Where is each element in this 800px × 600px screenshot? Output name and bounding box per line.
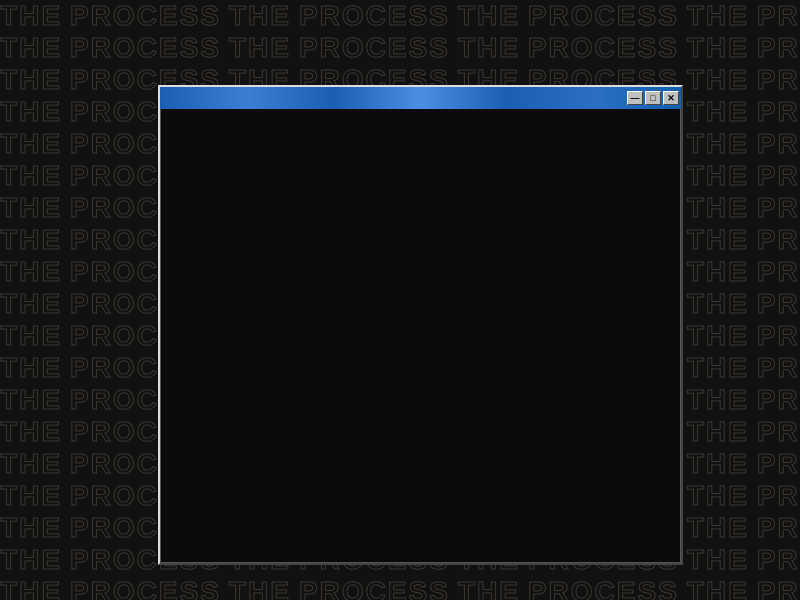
bg-word-process: PROCESS bbox=[528, 2, 679, 30]
bg-word-process: PROCESS bbox=[757, 322, 800, 350]
bg-word-process: PROCESS bbox=[757, 354, 800, 382]
bg-word-process: PROCESS bbox=[299, 34, 450, 62]
bg-word-process: PROCESS bbox=[757, 130, 800, 158]
bg-word-the: THE bbox=[0, 322, 62, 350]
bg-word-the: THE bbox=[0, 514, 62, 542]
title-bar: — □ ✕ bbox=[160, 87, 681, 109]
bg-word-the: THE bbox=[687, 578, 749, 600]
bg-word-the: THE bbox=[0, 386, 62, 414]
bg-word-process: PROCESS bbox=[299, 578, 450, 600]
bg-word-the: THE bbox=[229, 578, 291, 600]
bg-word-process: PROCESS bbox=[757, 98, 800, 126]
bg-word-the: THE bbox=[0, 194, 62, 222]
bg-word-process: PROCESS bbox=[757, 226, 800, 254]
bg-word-process: PROCESS bbox=[757, 290, 800, 318]
bg-word-process: PROCESS bbox=[757, 546, 800, 574]
bg-word-process: PROCESS bbox=[757, 450, 800, 478]
bg-word-the: THE bbox=[687, 130, 749, 158]
bg-word-the: THE bbox=[0, 450, 62, 478]
bg-word-the: THE bbox=[229, 34, 291, 62]
bg-word-process: PROCESS bbox=[528, 34, 679, 62]
bg-text-row: THE PROCESS THE PROCESS THE PROCESS THE PROCESS… bbox=[0, 576, 800, 600]
bg-word-the: THE bbox=[687, 322, 749, 350]
bg-word-process: PROCESS bbox=[757, 66, 800, 94]
bg-word-the: THE bbox=[229, 2, 291, 30]
bg-text-row: THE PROCESS THE PROCESS THE PROCESS THE PROCESS… bbox=[0, 0, 800, 32]
bg-word-the: THE bbox=[0, 66, 62, 94]
bg-word-the: THE bbox=[687, 162, 749, 190]
window-content bbox=[160, 109, 681, 563]
bg-word-the: THE bbox=[687, 386, 749, 414]
bg-word-the: THE bbox=[0, 98, 62, 126]
bg-word-the: THE bbox=[687, 258, 749, 286]
bg-word-the: THE bbox=[0, 482, 62, 510]
bg-word-the: THE bbox=[0, 162, 62, 190]
bg-word-the: THE bbox=[0, 290, 62, 318]
bg-word-the: THE bbox=[687, 482, 749, 510]
bg-word-the: THE bbox=[0, 418, 62, 446]
bg-word-the: THE bbox=[458, 2, 520, 30]
bg-word-process: PROCESS bbox=[757, 386, 800, 414]
bg-word-process: PROCESS bbox=[757, 34, 800, 62]
bg-word-the: THE bbox=[687, 34, 749, 62]
bg-word-the: THE bbox=[687, 2, 749, 30]
bg-word-process: PROCESS bbox=[757, 162, 800, 190]
bg-word-process: PROCESS bbox=[70, 578, 221, 600]
bg-word-the: THE bbox=[0, 546, 62, 574]
bg-word-the: THE bbox=[687, 290, 749, 318]
bg-word-the: THE bbox=[687, 450, 749, 478]
close-button[interactable]: ✕ bbox=[663, 91, 679, 105]
bg-word-the: THE bbox=[0, 578, 62, 600]
main-window: — □ ✕ bbox=[158, 85, 683, 565]
bg-word-the: THE bbox=[687, 194, 749, 222]
bg-word-process: PROCESS bbox=[299, 2, 450, 30]
bg-word-process: PROCESS bbox=[757, 258, 800, 286]
bg-word-the: THE bbox=[687, 418, 749, 446]
bg-word-the: THE bbox=[0, 34, 62, 62]
bg-word-process: PROCESS bbox=[757, 418, 800, 446]
bg-word-the: THE bbox=[0, 258, 62, 286]
bg-word-the: THE bbox=[687, 514, 749, 542]
bg-word-process: PROCESS bbox=[757, 194, 800, 222]
bg-word-process: PROCESS bbox=[70, 34, 221, 62]
bg-word-the: THE bbox=[687, 98, 749, 126]
bg-word-the: THE bbox=[687, 226, 749, 254]
bg-word-the: THE bbox=[0, 354, 62, 382]
bg-word-process: PROCESS bbox=[757, 2, 800, 30]
bg-word-the: THE bbox=[458, 578, 520, 600]
bg-word-the: THE bbox=[687, 354, 749, 382]
bg-word-the: THE bbox=[0, 2, 62, 30]
bg-word-process: PROCESS bbox=[757, 482, 800, 510]
bg-word-process: PROCESS bbox=[757, 578, 800, 600]
bg-word-process: PROCESS bbox=[70, 2, 221, 30]
bg-word-the: THE bbox=[458, 34, 520, 62]
window-controls: — □ ✕ bbox=[627, 91, 679, 105]
maximize-button[interactable]: □ bbox=[645, 91, 661, 105]
bg-word-the: THE bbox=[687, 66, 749, 94]
bg-text-row: THE PROCESS THE PROCESS THE PROCESS THE PROCESS… bbox=[0, 32, 800, 64]
bg-word-the: THE bbox=[687, 546, 749, 574]
bg-word-the: THE bbox=[0, 130, 62, 158]
bg-word-the: THE bbox=[0, 226, 62, 254]
bg-word-process: PROCESS bbox=[528, 578, 679, 600]
bg-word-process: PROCESS bbox=[757, 514, 800, 542]
minimize-button[interactable]: — bbox=[627, 91, 643, 105]
